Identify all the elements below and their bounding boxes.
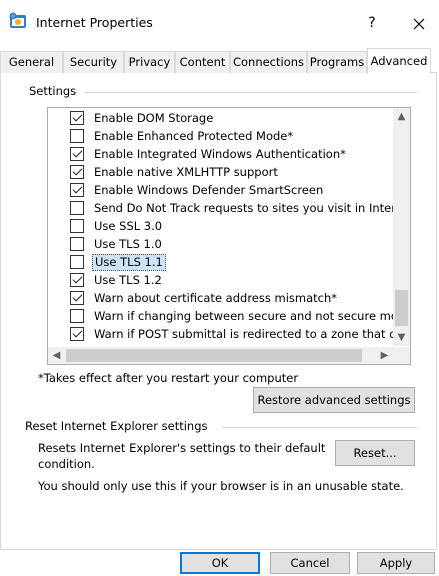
- reset-button[interactable]: Reset...: [335, 440, 415, 466]
- setting-label: Enable Enhanced Protected Mode*: [94, 129, 294, 143]
- settings-group-line: [85, 92, 417, 93]
- checkbox[interactable]: [70, 165, 84, 179]
- checkbox[interactable]: [70, 309, 84, 323]
- setting-label: Enable native XMLHTTP support: [94, 165, 278, 179]
- setting-label: Use SSL 3.0: [94, 219, 163, 233]
- scroll-up-arrow-icon[interactable]: ▲: [393, 108, 410, 125]
- reset-group-line: [222, 427, 417, 428]
- internet-properties-dialog: Internet Properties ? General Security P…: [0, 0, 439, 576]
- scrollbar-corner: [393, 347, 410, 364]
- internet-explorer-icon: [9, 12, 27, 30]
- checkbox[interactable]: [70, 201, 84, 215]
- restore-advanced-settings-button[interactable]: Restore advanced settings: [253, 387, 415, 413]
- checkbox[interactable]: [70, 219, 84, 233]
- close-icon: [413, 18, 425, 29]
- setting-label: Warn if changing between secure and not …: [94, 309, 411, 323]
- checkbox[interactable]: [70, 273, 84, 287]
- vertical-scrollbar[interactable]: ▲ ▼: [393, 108, 410, 346]
- setting-label: Send Do Not Track requests to sites you …: [94, 201, 411, 215]
- settings-caption: Settings: [25, 84, 81, 98]
- tab-content[interactable]: Content: [175, 51, 230, 73]
- checkbox[interactable]: [70, 327, 84, 341]
- title-bar[interactable]: Internet Properties ?: [0, 0, 439, 46]
- setting-label: Enable DOM Storage: [94, 111, 214, 125]
- apply-button[interactable]: Apply: [357, 552, 435, 574]
- checkbox[interactable]: [70, 237, 84, 251]
- tab-connections[interactable]: Connections: [230, 51, 307, 73]
- scroll-right-arrow-icon[interactable]: ▶: [376, 347, 393, 364]
- scroll-down-arrow-icon[interactable]: ▼: [393, 329, 410, 346]
- setting-label: Use TLS 1.2: [94, 273, 162, 287]
- checkbox[interactable]: [70, 129, 84, 143]
- setting-label: Warn about certificate address mismatch*: [94, 291, 338, 305]
- tab-strip: General Security Privacy Content Connect…: [0, 48, 439, 74]
- tab-general[interactable]: General: [0, 51, 63, 73]
- restart-note: *Takes effect after you restart your com…: [38, 371, 299, 385]
- close-button[interactable]: [406, 10, 432, 36]
- checkbox[interactable]: [70, 147, 84, 161]
- tab-security[interactable]: Security: [63, 51, 124, 73]
- tab-privacy[interactable]: Privacy: [124, 51, 175, 73]
- reset-warning: You should only use this if your browser…: [38, 479, 404, 493]
- window-title: Internet Properties: [36, 15, 153, 30]
- reset-caption: Reset Internet Explorer settings: [21, 419, 212, 433]
- scroll-left-arrow-icon[interactable]: ◀: [48, 347, 65, 364]
- setting-label: Use TLS 1.0: [94, 237, 162, 251]
- checkbox[interactable]: [70, 255, 84, 269]
- horizontal-scrollbar[interactable]: ◀ ▶: [48, 347, 393, 364]
- vertical-scroll-thumb[interactable]: [395, 290, 408, 326]
- checkbox[interactable]: [70, 291, 84, 305]
- reset-description-line2: condition.: [38, 457, 95, 471]
- horizontal-scroll-thumb[interactable]: [66, 349, 362, 362]
- setting-label: Enable Integrated Windows Authentication…: [94, 147, 346, 161]
- tab-advanced[interactable]: Advanced: [367, 48, 431, 74]
- cancel-button[interactable]: Cancel: [270, 552, 350, 574]
- ok-button[interactable]: OK: [180, 552, 260, 574]
- checkbox[interactable]: [70, 183, 84, 197]
- checkbox[interactable]: [70, 111, 84, 125]
- reset-description-line1: Resets Internet Explorer's settings to t…: [38, 441, 326, 455]
- advanced-settings-list[interactable]: Enable DOM Storage Enable Enhanced Prote…: [47, 107, 411, 365]
- tab-programs[interactable]: Programs: [307, 51, 367, 73]
- help-button[interactable]: ?: [361, 12, 383, 34]
- setting-label: Warn if POST submittal is redirected to …: [94, 327, 411, 341]
- setting-label: Enable Windows Defender SmartScreen: [94, 183, 324, 197]
- setting-label-selected: Use TLS 1.1: [92, 254, 166, 271]
